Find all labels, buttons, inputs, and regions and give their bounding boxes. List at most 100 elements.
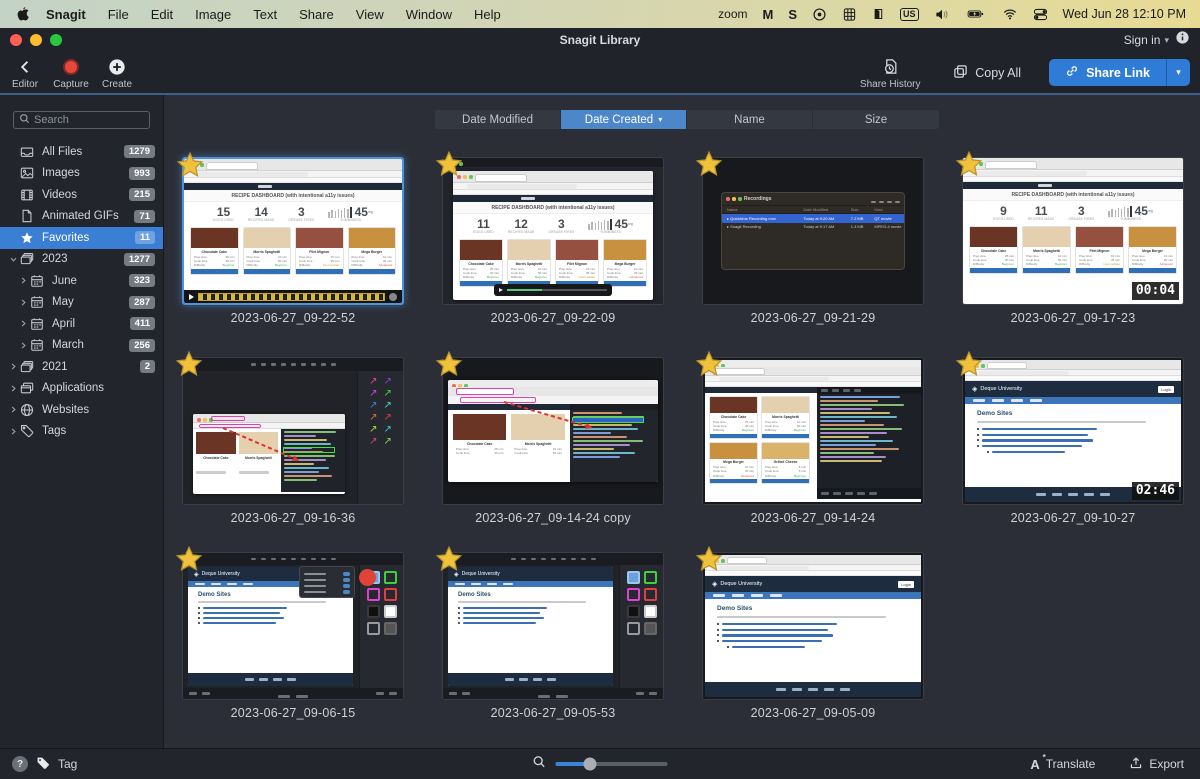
library-item[interactable]: ◈Deque UniversityLoginDemo Sites [702,552,924,700]
zoom-menu-extra[interactable]: zoom [718,7,747,21]
wifi-icon[interactable] [1002,7,1018,21]
record-target-icon[interactable] [812,7,827,22]
sidebar-item-applications[interactable]: Applications [0,378,163,400]
malwarebytes-icon[interactable]: M [763,7,774,22]
menu-view[interactable]: View [356,7,384,22]
chevron-right-icon[interactable] [6,427,20,436]
keyboard-layout-icon[interactable]: US [900,8,919,21]
window-title: Snagit Library [0,33,1200,47]
chevron-right-icon[interactable] [16,298,30,307]
sidebar-item-websites[interactable]: Websites [0,399,163,421]
shape-style-swatch [627,605,640,618]
item-caption: 2023-06-27_09-17-23 [962,311,1184,325]
export-button[interactable]: Export [1129,756,1184,773]
record-button [359,569,376,586]
library-item[interactable]: Chocolate CakePrep time25 minCook time30… [702,357,924,505]
sidebar-item-label: 2023 [42,253,68,265]
menu-share[interactable]: Share [299,7,334,22]
menu-bar-clock[interactable]: Wed Jun 28 12:10 PM [1063,7,1186,21]
control-center-icon[interactable] [1033,7,1048,22]
share-link-dropdown-button[interactable]: ▾ [1166,59,1190,86]
sidebar-item-june[interactable]: June323 [0,270,163,292]
chevron-right-icon[interactable] [16,319,30,328]
library-item[interactable]: Chocolate CakePrep time25 minCook time30… [442,357,664,505]
thumbnail-zoom-slider[interactable] [556,762,668,766]
sort-tab-label: Name [734,114,765,126]
sidebar-item-2021[interactable]: 20212 [0,356,163,378]
sidebar-item-videos[interactable]: Videos215 [0,184,163,206]
snagit-status-icon[interactable]: S [788,7,797,22]
slider-thumb[interactable] [584,758,597,771]
item-thumbnail: ◈Deque UniversityDemo Sites [443,553,663,699]
library-item[interactable]: ◈Deque UniversityDemo Sites [442,552,664,700]
macos-menu-bar: Snagit File Edit Image Text Share View Window He… [0,0,1200,28]
capture-button[interactable]: Capture [48,52,94,93]
copy-all-button[interactable]: Copy All [953,64,1021,82]
sidebar-item-tags[interactable]: Tags [0,421,163,443]
arrow-style-swatch: ↗ [369,412,377,423]
chevron-down-icon[interactable] [6,255,20,264]
sidebar-item-label: Images [42,167,80,179]
chevron-right-icon[interactable] [6,384,20,393]
sort-tab-name[interactable]: Name [687,110,813,129]
search-field[interactable] [13,111,150,129]
tag-button[interactable]: Tag [58,757,77,771]
search-input[interactable] [34,114,144,126]
years-icon [20,360,34,374]
menu-help[interactable]: Help [474,7,501,22]
sidebar-item-images[interactable]: Images993 [0,163,163,185]
chevron-right-icon[interactable] [6,405,20,414]
count-badge: 323 [129,274,155,287]
share-link-button[interactable]: Share Link [1049,59,1166,86]
sidebar-item-may[interactable]: May287 [0,292,163,314]
library-item[interactable]: ◈Deque UniversityLoginDemo Sites02:46 [962,357,1184,505]
sort-tab-size[interactable]: Size [813,110,939,129]
library-item[interactable]: RecordingsNameDate ModifiedSizeKind▸ Qui… [702,157,924,305]
sort-tab-date-modified[interactable]: Date Modified [435,110,561,129]
shape-style-swatch [627,622,640,635]
chevron-right-icon[interactable] [6,362,20,371]
share-history-button[interactable]: Share History [855,53,925,93]
shape-style-swatch [644,622,657,635]
menu-text[interactable]: Text [253,7,277,22]
shape-style-swatch [367,588,380,601]
library-item[interactable]: ↗↗↗↗↗↗↗↗↗↗↗↗Chocolate CakeMorris Spaghet… [182,357,404,505]
menu-window[interactable]: Window [406,7,452,22]
sidebar-item-animated-gifs[interactable]: Animated GIFs71 [0,206,163,228]
help-button[interactable]: ? [12,756,28,772]
create-button[interactable]: Create [94,52,140,93]
menu-file[interactable]: File [108,7,129,22]
library-item[interactable]: ◈Deque UniversityDemo Sites [182,552,404,700]
sort-tab-date-created[interactable]: Date Created▾ [561,110,687,129]
library-item[interactable]: RECIPE DASHBOARD (with intentional a11y … [962,157,1184,305]
apple-logo-icon[interactable] [14,6,30,22]
arrow-style-swatch: ↗ [384,376,392,387]
grid-shield-icon[interactable] [842,7,857,22]
battery-icon[interactable] [965,7,987,21]
share-link-split-button: Share Link ▾ [1049,59,1190,86]
sidebar-item-2023[interactable]: 20231277 [0,249,163,271]
chevron-right-icon[interactable] [16,341,30,350]
sidecar-icon[interactable] [872,7,885,21]
shape-style-swatch [644,571,657,584]
sidebar-item-march[interactable]: March256 [0,335,163,357]
sidebar-item-favorites[interactable]: Favorites11 [0,227,163,249]
menu-image[interactable]: Image [195,7,231,22]
library-item[interactable]: RECIPE DASHBOARD (with intentional a11y … [182,157,404,305]
sort-direction-icon: ▾ [658,115,662,124]
recipe-card: Mega BurgerPrep time10 minCook time20 mi… [1128,226,1177,274]
window-title-bar: Snagit Library Sign in ▾ [0,28,1200,52]
sidebar-item-april[interactable]: April411 [0,313,163,335]
video-player-controls [494,284,612,296]
sign-in-button[interactable]: Sign in ▾ [1124,33,1169,47]
sidebar-item-all-files[interactable]: All Files1279 [0,141,163,163]
menu-edit[interactable]: Edit [151,7,173,22]
library-item[interactable]: RECIPE DASHBOARD (with intentional a11y … [442,157,664,305]
info-icon[interactable] [1175,30,1190,50]
chevron-right-icon[interactable] [16,276,30,285]
volume-icon[interactable] [934,7,950,22]
translate-button[interactable]: A* Translate [1030,757,1095,772]
menu-snagit[interactable]: Snagit [46,7,86,22]
editor-button[interactable]: Editor [2,52,48,93]
tag-icon [36,756,50,773]
